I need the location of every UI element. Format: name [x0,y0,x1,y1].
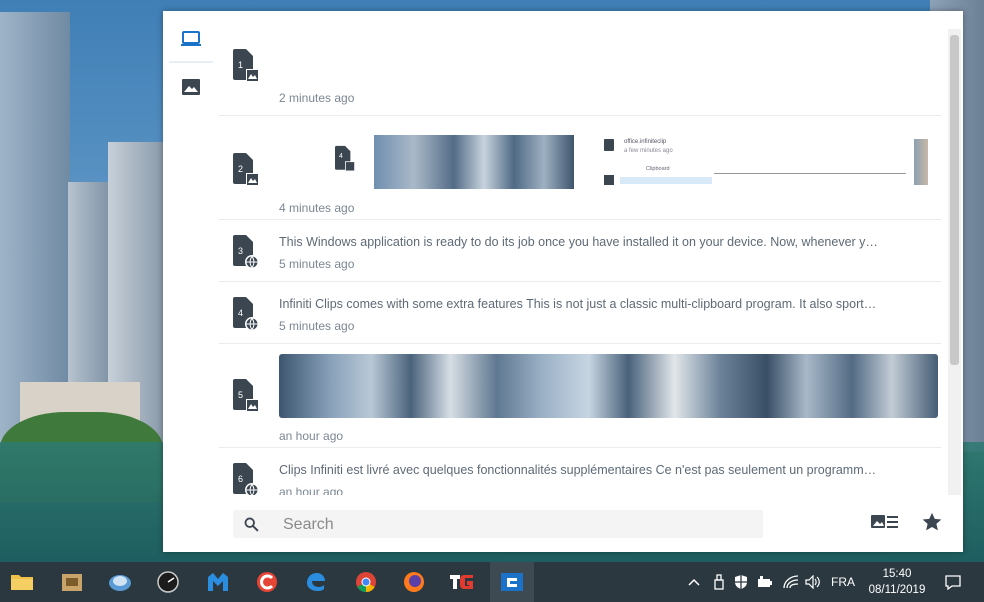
firefox-icon [404,572,424,592]
clip-item[interactable]: 1 2 minutes ago [219,11,941,116]
scrollbar[interactable] [948,29,961,495]
battery-tray-button[interactable] [756,562,774,602]
clock-time: 15:40 [882,568,912,580]
show-hidden-icons-button[interactable] [686,562,702,602]
gauge-icon [157,571,179,593]
clips-app-icon [501,573,523,591]
notification-icon [945,574,961,590]
image-icon [182,79,200,95]
screenshot-preview: 4 office.infiniteclip a few minutes ago … [279,135,932,189]
search-icon [244,517,259,532]
clip-number: 5 [238,390,244,400]
taskbar: FRA 15:40 08/11/2019 [0,562,984,602]
app-button-5[interactable] [202,566,234,598]
layout-toggle-button[interactable] [871,513,901,537]
mini-line-1: office.infiniteclip [624,139,667,145]
folder-icon [11,575,33,590]
clips-app-button[interactable] [490,562,534,602]
cloud-app-icon [109,575,131,591]
favorites-button[interactable] [921,511,945,535]
chrome-icon [356,572,376,593]
clip-text: Infiniti Clips comes with some extra fea… [279,297,879,311]
clip-time: 4 minutes ago [279,201,355,215]
malwarebytes-icon [208,573,228,591]
file-image-icon: 1 [233,49,259,83]
star-icon [922,512,942,531]
file-link-icon: 4 [233,297,259,331]
clip-time: 5 minutes ago [279,319,355,333]
action-center-button[interactable] [942,562,964,602]
clip-time: 5 minutes ago [279,257,355,271]
app-button-10[interactable] [446,566,478,598]
nested-clip-number: 4 [339,153,343,160]
mini-line-3: Clipboard [646,166,670,172]
clip-number: 2 [238,164,244,174]
clip-number: 3 [238,246,244,256]
app-button-6[interactable] [251,566,283,598]
shield-icon [735,575,747,589]
clip-number: 1 [238,60,244,70]
clip-item[interactable]: 4 Infiniti Clips comes with some extra f… [219,281,941,344]
file-link-icon: 3 [233,235,259,269]
file-link-icon: 6 [233,463,259,495]
app-button-4[interactable] [152,566,184,598]
app-button-3[interactable] [104,566,136,598]
app-mini-preview: office.infiniteclip a few minutes ago Cl… [604,139,932,185]
city-thumbnail [279,354,938,418]
edge-button[interactable] [300,566,332,598]
language-indicator[interactable]: FRA [828,562,858,602]
battery-icon [758,576,772,587]
security-tray-button[interactable] [732,562,750,602]
city-thumbnail [374,135,574,189]
app-button-2[interactable] [56,566,88,598]
search-box[interactable] [233,510,763,540]
chrome-button[interactable] [350,566,382,598]
scrollbar-thumb[interactable] [950,35,959,365]
bottom-bar [163,497,963,552]
firefox-button[interactable] [398,566,430,598]
clip-text: Clips Infiniti est livré avec quelques f… [279,463,879,477]
mini-line-2: a few minutes ago [624,148,673,154]
clip-number: 4 [238,308,244,318]
laptop-icon [181,31,201,46]
archive-icon [62,574,82,591]
volume-tray-button[interactable] [804,562,822,602]
clip-time: an hour ago [279,485,344,495]
file-image-icon: 2 [233,153,259,187]
clip-time: an hour ago [279,429,344,443]
image-list-icon [871,515,898,528]
clip-time: 2 minutes ago [279,91,355,105]
clip-item[interactable]: 6 Clips Infiniti est livré avec quelques… [219,447,941,495]
speaker-icon [805,575,820,589]
ccleaner-icon [257,572,277,592]
clipboard-window: 1 2 minutes ago 2 4 office.infiniteclip [163,11,963,552]
wifi-icon [783,575,799,589]
clip-list[interactable]: 1 2 minutes ago 2 4 office.infiniteclip [219,11,946,495]
side-rail [163,11,219,552]
tg-icon [450,575,473,589]
clip-item[interactable]: 5 an hour ago [219,343,941,448]
history-tab[interactable] [169,17,213,63]
clip-item[interactable]: 3 This Windows application is ready to d… [219,219,941,282]
search-input[interactable] [281,510,745,540]
nested-file-icon: 4 [335,145,355,178]
usb-icon [714,574,724,590]
file-image-icon: 5 [233,379,259,413]
images-tab[interactable] [169,65,213,109]
file-explorer-button[interactable] [6,566,38,598]
edge-icon [307,573,325,591]
clock-date: 08/11/2019 [868,584,926,596]
clip-text: This Windows application is ready to do … [279,235,879,249]
clock[interactable]: 15:40 08/11/2019 [860,566,934,598]
usb-tray-button[interactable] [710,562,728,602]
chevron-up-icon [688,578,700,586]
clip-item[interactable]: 2 4 office.infiniteclip a few minutes ag… [219,115,941,220]
clip-number: 6 [238,474,244,484]
network-tray-button[interactable] [782,562,800,602]
